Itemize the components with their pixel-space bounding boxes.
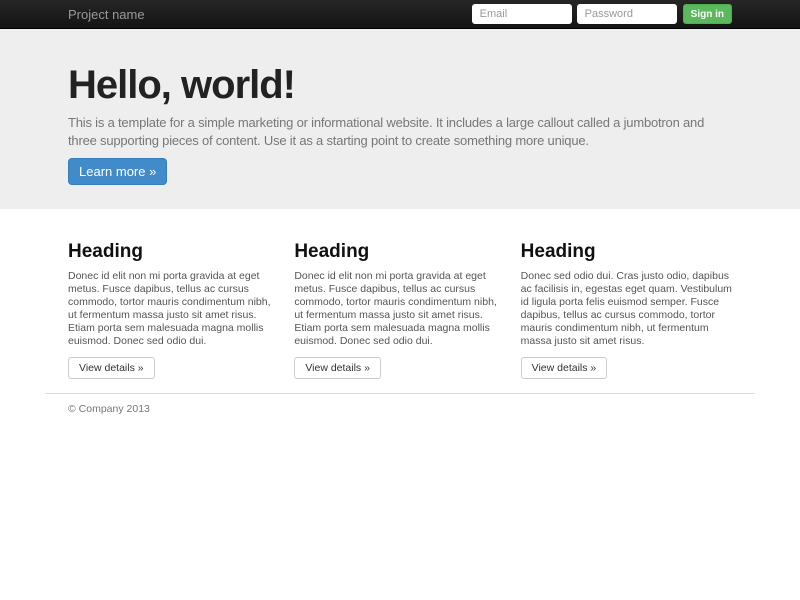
signin-button[interactable]: Sign in (682, 4, 732, 24)
email-input[interactable] (471, 4, 572, 24)
content-column-2: Heading Donec id elit non mi porta gravi… (294, 241, 505, 380)
view-details-button-1[interactable]: View details » (68, 357, 155, 380)
view-details-button-3[interactable]: View details » (520, 357, 608, 380)
top-navbar: Project name Sign in (0, 0, 800, 29)
copyright-text: © Company 2013 (68, 403, 150, 416)
jumbotron-title: Hello, world! (68, 63, 296, 107)
column-heading: Heading (520, 241, 596, 263)
password-input[interactable] (576, 4, 677, 24)
jumbotron: Hello, world! This is a template for a s… (0, 29, 800, 210)
column-text: Donec id elit non mi porta gravida at eg… (294, 270, 497, 348)
column-text: Donec sed odio dui. Cras justo odio, dap… (520, 270, 732, 348)
view-details-button-2[interactable]: View details » (294, 357, 381, 380)
content-column-1: Heading Donec id elit non mi porta gravi… (68, 241, 279, 380)
column-heading: Heading (68, 241, 143, 263)
learn-more-button[interactable]: Learn more » (68, 158, 168, 186)
column-heading: Heading (294, 241, 370, 263)
jumbotron-description: This is a template for a simple marketin… (68, 115, 705, 149)
navbar-brand[interactable]: Project name (68, 7, 145, 22)
page-footer: © Company 2013 (0, 393, 800, 415)
content-column-3: Heading Donec sed odio dui. Cras justo o… (520, 241, 732, 380)
content-section: Heading Donec id elit non mi porta gravi… (0, 209, 800, 380)
column-text: Donec id elit non mi porta gravida at eg… (68, 270, 271, 348)
signin-form: Sign in (467, 4, 732, 24)
